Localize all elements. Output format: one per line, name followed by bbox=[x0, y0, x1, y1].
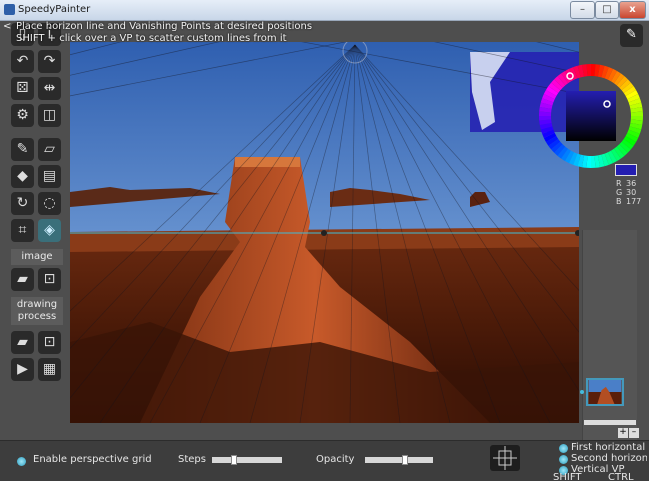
open-image-icon[interactable]: ▰ bbox=[11, 268, 34, 291]
color-wheel[interactable] bbox=[539, 64, 643, 168]
painting-canvas[interactable] bbox=[70, 42, 579, 423]
open-process-icon[interactable]: ▰ bbox=[11, 331, 34, 354]
vp-first-radio[interactable] bbox=[559, 444, 568, 453]
opacity-slider[interactable] bbox=[365, 455, 433, 465]
save-process-icon[interactable]: ⊡ bbox=[38, 331, 61, 354]
vp-second-radio[interactable] bbox=[559, 455, 568, 464]
gradient-icon[interactable]: ▤ bbox=[38, 165, 61, 188]
current-color-swatch[interactable] bbox=[615, 164, 637, 176]
mirror-icon[interactable]: ⇹ bbox=[38, 77, 61, 100]
status-line-2: SHIFT + click over a VP to scatter custo… bbox=[16, 33, 287, 44]
opacity-label: Opacity bbox=[316, 454, 355, 465]
title-bar: SpeedyPainter – □ x bbox=[0, 0, 649, 21]
status-line-1: Place horizon line and Vanishing Points … bbox=[16, 21, 313, 32]
save-image-icon[interactable]: ⊡ bbox=[38, 268, 61, 291]
blue-value: 177 bbox=[626, 197, 642, 206]
steps-slider-knob[interactable] bbox=[231, 455, 238, 465]
steps-label: Steps bbox=[178, 454, 206, 465]
rotate-icon[interactable]: ↻ bbox=[11, 192, 34, 215]
shift-hint: SHIFT bbox=[553, 472, 582, 481]
eraser-icon[interactable]: ▱ bbox=[38, 138, 61, 161]
clapperboard-icon[interactable]: ▦ bbox=[38, 358, 61, 381]
redo-icon[interactable]: ↷ bbox=[38, 50, 61, 73]
rgb-readout: R 36 G 30 B 177 bbox=[616, 179, 642, 206]
layers-panel bbox=[582, 230, 637, 440]
layer-opacity-slider[interactable] bbox=[584, 420, 636, 425]
ctrl-hint: CTRL bbox=[608, 472, 634, 481]
split-view-icon[interactable]: ◫ bbox=[38, 104, 61, 127]
enable-grid-label: Enable perspective grid bbox=[33, 454, 152, 465]
grid-mode-icon[interactable] bbox=[490, 445, 520, 471]
vp-second-label: Second horizontal VP bbox=[571, 453, 647, 464]
green-value: 30 bbox=[626, 188, 637, 197]
drawing-process-label: drawing process bbox=[11, 297, 63, 325]
layer-thumbnail[interactable] bbox=[586, 378, 624, 406]
active-layer-marker bbox=[580, 390, 584, 394]
bottom-panel: Enable perspective grid Steps Opacity Fi… bbox=[0, 440, 649, 481]
image-section-label: image bbox=[11, 249, 63, 265]
brush-icon[interactable]: ✎ bbox=[11, 138, 34, 161]
close-button[interactable]: x bbox=[619, 1, 646, 19]
tool-panel: ▯ i ↶ ↷ ⚄ ⇹ ⚙ ◫ ✎ ▱ ◆ ▤ ↻ ◌ ⌗ ◈ image ▰ … bbox=[9, 23, 65, 403]
red-value: 36 bbox=[626, 179, 637, 188]
undo-icon[interactable]: ↶ bbox=[11, 50, 34, 73]
minimize-button[interactable]: – bbox=[570, 1, 595, 19]
maximize-button[interactable]: □ bbox=[595, 1, 619, 19]
status-hint: Place horizon line and Vanishing Points … bbox=[16, 21, 312, 45]
opacity-slider-knob[interactable] bbox=[402, 455, 409, 465]
window-title: SpeedyPainter bbox=[18, 4, 91, 15]
play-icon[interactable]: ▶ bbox=[11, 358, 34, 381]
add-layer-button[interactable]: + bbox=[618, 428, 628, 438]
brush-settings-button[interactable]: ✎ bbox=[620, 24, 643, 47]
remove-layer-button[interactable]: – bbox=[629, 428, 639, 438]
steps-slider[interactable] bbox=[212, 455, 282, 465]
vp-first-label: First horizontal VP bbox=[571, 442, 647, 453]
enable-grid-radio[interactable] bbox=[17, 457, 26, 466]
app-client: Place horizon line and Vanishing Points … bbox=[0, 21, 649, 481]
crop-icon[interactable]: ⌗ bbox=[11, 219, 34, 242]
settings-icon[interactable]: ⚙ bbox=[11, 104, 34, 127]
perspective-grid bbox=[70, 42, 579, 423]
app-icon bbox=[4, 4, 15, 15]
dice-icon[interactable]: ⚄ bbox=[11, 77, 34, 100]
lasso-icon[interactable]: ◌ bbox=[38, 192, 61, 215]
fill-icon[interactable]: ◆ bbox=[11, 165, 34, 188]
perspective-icon[interactable]: ◈ bbox=[38, 219, 61, 242]
